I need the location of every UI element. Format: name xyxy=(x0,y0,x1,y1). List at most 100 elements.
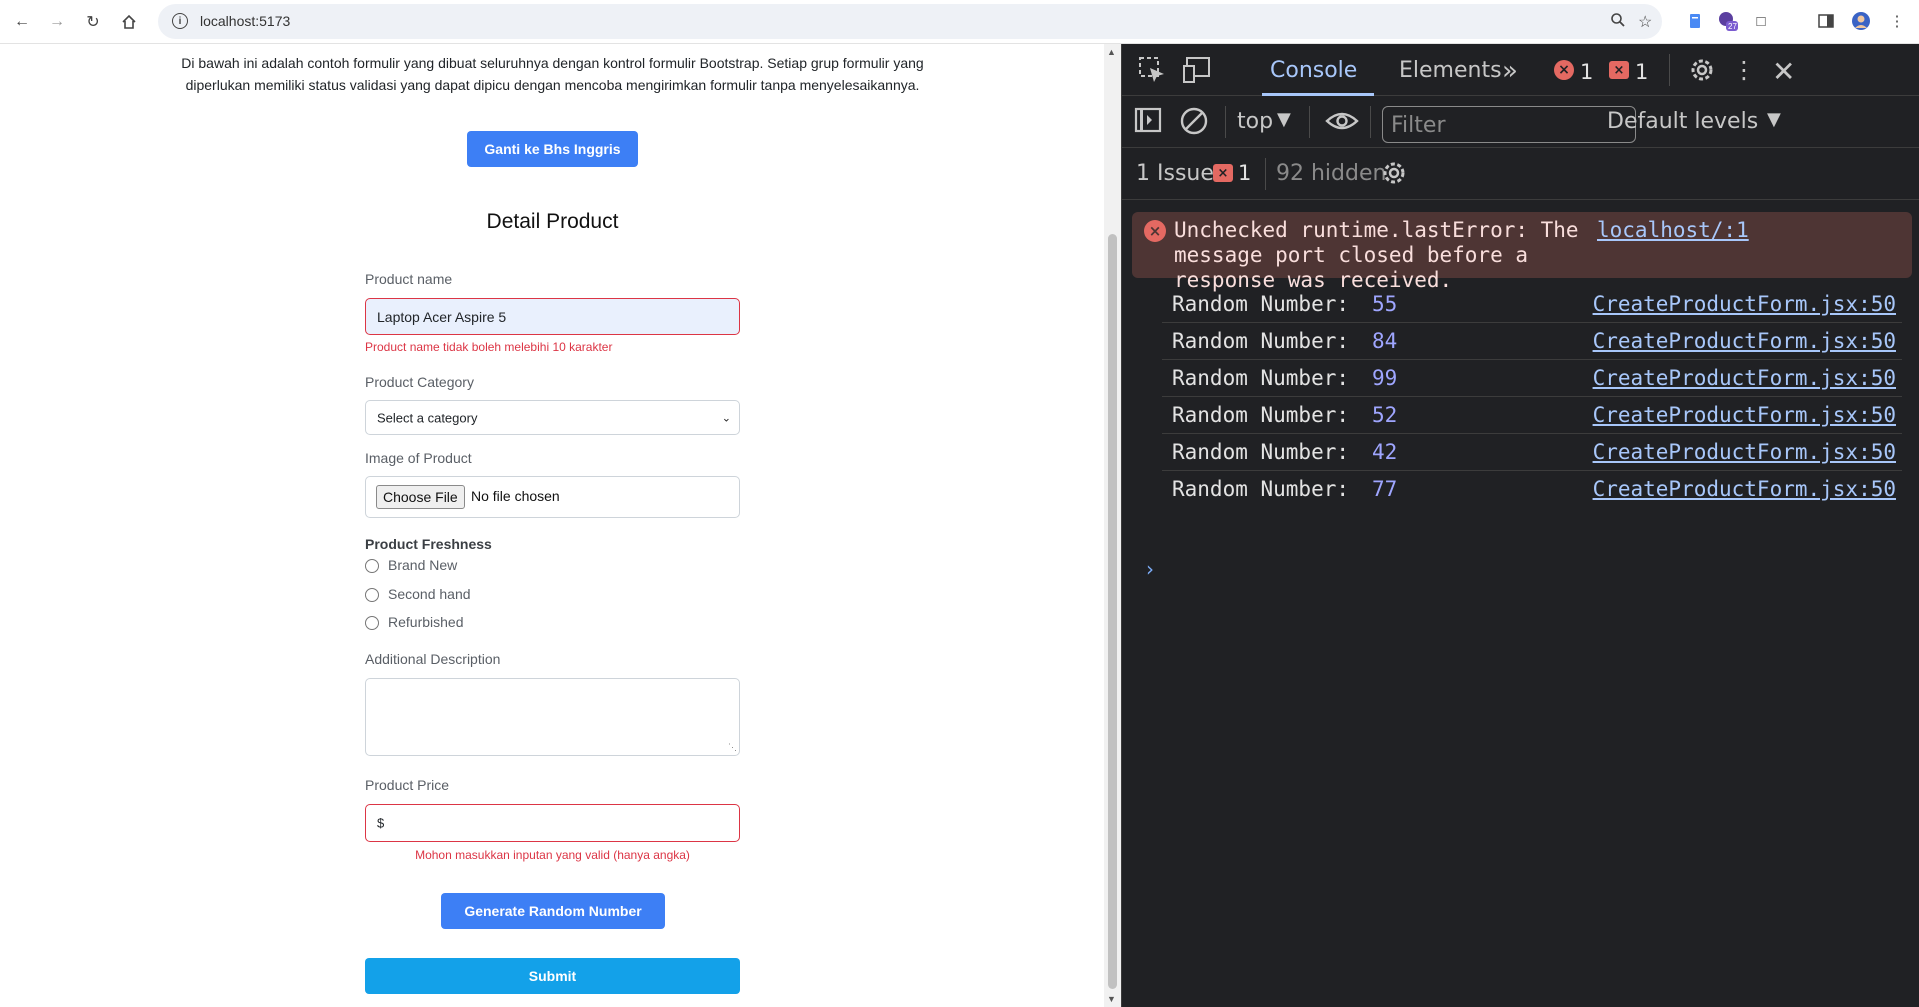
issues-bar: 1 Issue: × 1 92 hidden xyxy=(1122,148,1919,200)
log-label: Random Number: xyxy=(1172,366,1350,390)
freshness-label: Product Freshness xyxy=(365,536,492,552)
context-selector[interactable]: top xyxy=(1237,109,1273,134)
issue-count: 1 xyxy=(1635,60,1649,84)
console-log-row: Random Number: 77 CreateProductForm.jsx:… xyxy=(1162,471,1902,508)
clear-console-icon[interactable] xyxy=(1179,106,1209,136)
log-label: Random Number: xyxy=(1172,292,1350,316)
filter-placeholder: Filter xyxy=(1391,113,1446,138)
zoom-icon[interactable] xyxy=(1610,12,1626,33)
inspect-element-icon[interactable] xyxy=(1138,56,1166,84)
console-prompt-chevron-icon[interactable]: › xyxy=(1146,557,1154,581)
devtools-menu-kebab-icon[interactable]: ⋮ xyxy=(1732,56,1756,84)
back-icon[interactable]: ← xyxy=(10,10,34,34)
close-devtools-icon[interactable]: ✕ xyxy=(1772,55,1795,88)
log-label: Random Number: xyxy=(1172,477,1350,501)
log-value: 52 xyxy=(1372,403,1398,427)
tab-console[interactable]: Console xyxy=(1270,58,1357,83)
console-log-row: Random Number: 84 CreateProductForm.jsx:… xyxy=(1162,323,1902,360)
live-expression-eye-icon[interactable] xyxy=(1325,109,1359,133)
issues-divider xyxy=(1265,158,1266,190)
site-info-icon[interactable]: i xyxy=(172,13,188,29)
radio-label-refurbished: Refurbished xyxy=(388,614,464,630)
log-source-link[interactable]: CreateProductForm.jsx:50 xyxy=(1593,477,1896,501)
log-value: 77 xyxy=(1372,477,1398,501)
description-textarea[interactable]: ⋱ xyxy=(365,678,740,756)
console-filter-input[interactable]: Filter xyxy=(1382,106,1636,143)
log-value: 42 xyxy=(1372,440,1398,464)
generate-random-number-button[interactable]: Generate Random Number xyxy=(441,893,665,929)
error-count: 1 xyxy=(1580,60,1594,84)
log-levels-dropdown[interactable]: Default levels xyxy=(1607,109,1758,134)
extension-document-icon[interactable] xyxy=(1684,10,1706,32)
log-source-link[interactable]: CreateProductForm.jsx:50 xyxy=(1593,366,1896,390)
profile-avatar-icon[interactable] xyxy=(1850,10,1872,32)
extension-badge-count: 27 xyxy=(1728,22,1737,31)
filter-divider xyxy=(1225,106,1226,138)
choose-file-button[interactable]: Choose File xyxy=(376,485,465,509)
radio-brand-new[interactable] xyxy=(365,559,379,573)
scrollbar-thumb[interactable] xyxy=(1108,234,1117,989)
console-log-row: Random Number: 42 CreateProductForm.jsx:… xyxy=(1162,434,1902,471)
error-source-link[interactable]: localhost/:1 xyxy=(1597,218,1749,242)
log-label: Random Number: xyxy=(1172,403,1350,427)
log-source-link[interactable]: CreateProductForm.jsx:50 xyxy=(1593,440,1896,464)
file-status: No file chosen xyxy=(471,488,560,504)
product-name-input[interactable]: Laptop Acer Aspire 5 xyxy=(365,298,740,335)
error-circle-icon: × xyxy=(1144,220,1166,242)
filter-divider xyxy=(1309,106,1310,138)
description-label: Additional Description xyxy=(365,651,501,667)
device-toolbar-icon[interactable] xyxy=(1182,56,1212,84)
error-message-text: Unchecked runtime.lastError: The message… xyxy=(1174,218,1579,292)
log-label: Random Number: xyxy=(1172,329,1350,353)
browser-toolbar: ← → ↻ i localhost:5173 ☆ 27 □ ⋮ xyxy=(0,0,1919,44)
issue-count-icon[interactable]: × xyxy=(1609,61,1629,79)
product-category-select[interactable]: Select a category ⌄ xyxy=(365,400,740,435)
console-error-message: × Unchecked runtime.lastError: The messa… xyxy=(1132,212,1912,292)
sidebar-toggle-icon[interactable] xyxy=(1134,106,1162,134)
address-url: localhost:5173 xyxy=(200,13,291,29)
submit-button[interactable]: Submit xyxy=(365,958,740,994)
tab-elements[interactable]: Elements xyxy=(1399,58,1502,83)
product-category-label: Product Category xyxy=(365,374,474,390)
filter-divider xyxy=(1370,106,1371,138)
price-input[interactable]: $ xyxy=(365,804,740,842)
more-tabs-chevron-icon[interactable]: » xyxy=(1502,56,1518,86)
console-log-row: Random Number: 55 CreateProductForm.jsx:… xyxy=(1162,286,1902,323)
address-bar[interactable]: i localhost:5173 ☆ xyxy=(158,4,1662,39)
radio-second-hand[interactable] xyxy=(365,588,379,602)
console-settings-gear-icon[interactable] xyxy=(1380,159,1408,187)
page-scrollbar[interactable]: ▲ ▼ xyxy=(1104,44,1121,1007)
settings-gear-icon[interactable] xyxy=(1688,56,1716,84)
issues-label[interactable]: 1 Issue: xyxy=(1136,161,1221,186)
issue-badge-icon[interactable]: × xyxy=(1213,164,1233,182)
scroll-up-icon[interactable]: ▲ xyxy=(1107,47,1116,57)
extension-badge-icon[interactable]: 27 xyxy=(1717,10,1739,32)
price-value: $ xyxy=(377,815,385,831)
levels-dropdown-icon[interactable]: ▼ xyxy=(1767,109,1781,130)
radio-refurbished[interactable] xyxy=(365,616,379,630)
error-count-icon[interactable]: × xyxy=(1554,60,1574,80)
log-source-link[interactable]: CreateProductForm.jsx:50 xyxy=(1593,329,1896,353)
home-icon[interactable] xyxy=(117,10,141,34)
product-name-label: Product name xyxy=(365,271,453,287)
log-source-link[interactable]: CreateProductForm.jsx:50 xyxy=(1593,403,1896,427)
resize-grip-icon[interactable]: ⋱ xyxy=(728,742,737,753)
menu-kebab-icon[interactable]: ⋮ xyxy=(1886,10,1908,32)
console-log-row: Random Number: 52 CreateProductForm.jsx:… xyxy=(1162,397,1902,434)
context-dropdown-icon[interactable]: ▼ xyxy=(1277,109,1291,130)
form-title: Detail Product xyxy=(486,210,619,233)
bookmark-star-icon[interactable]: ☆ xyxy=(1638,12,1652,32)
product-name-value: Laptop Acer Aspire 5 xyxy=(377,308,507,325)
extensions-puzzle-icon[interactable]: □ xyxy=(1750,10,1772,32)
side-panel-icon[interactable] xyxy=(1815,10,1837,32)
image-file-input[interactable]: Choose File No file chosen xyxy=(365,476,740,518)
forward-icon[interactable]: → xyxy=(45,10,69,34)
price-error: Mohon masukkan inputan yang valid (hanya… xyxy=(415,848,690,862)
log-source-link[interactable]: CreateProductForm.jsx:50 xyxy=(1593,292,1896,316)
devtools-panel: Console Elements » × 1 × 1 ⋮ ✕ top ▼ Fil… xyxy=(1121,44,1919,1007)
intro-text: Di bawah ini adalah contoh formulir yang… xyxy=(181,55,924,93)
reload-icon[interactable]: ↻ xyxy=(81,10,105,34)
scroll-down-icon[interactable]: ▼ xyxy=(1107,994,1116,1004)
log-value: 55 xyxy=(1372,292,1398,316)
switch-language-button[interactable]: Ganti ke Bhs Inggris xyxy=(467,131,638,167)
